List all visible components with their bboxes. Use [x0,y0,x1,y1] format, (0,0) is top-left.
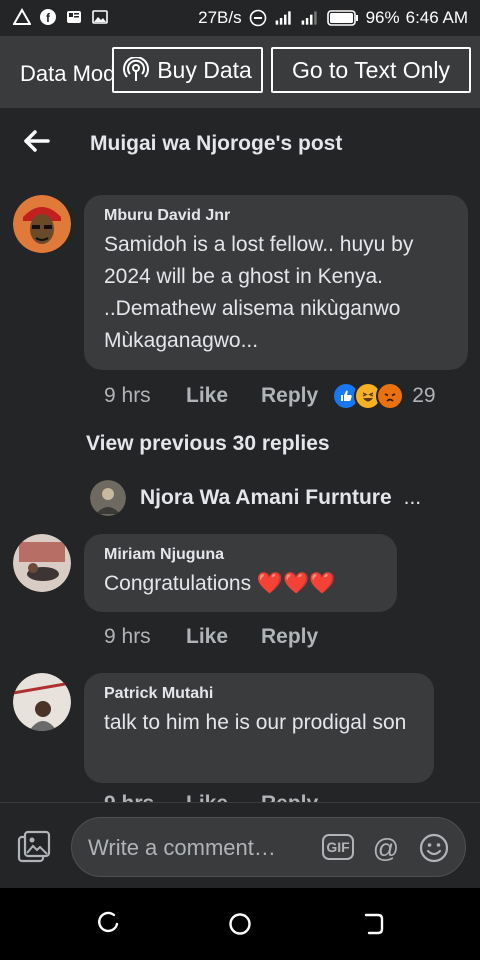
status-bar: f 27B/s 96% 6:46 AM [0,0,480,36]
data-mode-bar: Data Mode Buy Data Go to Text Only [0,36,480,108]
comment-bubble[interactable]: Mburu David Jnr Samidoh is a lost fellow… [84,195,468,370]
photo-icon[interactable] [16,829,52,865]
recents-icon[interactable] [94,910,122,938]
reply-preview-name: Njora Wa Amani Furnture [140,486,392,509]
comment-text: Congratulations ❤️❤️❤️ [104,572,336,595]
reply-button[interactable]: Reply [261,625,318,649]
comment-time: 9 hrs [104,792,186,802]
avatar[interactable] [13,673,71,731]
mention-button[interactable]: @ [370,832,402,864]
avatar[interactable] [13,534,71,592]
comment-input[interactable]: Write a comment… GIF @ [71,817,466,877]
buy-data-label: Buy Data [157,56,252,83]
data-mode-label: Data Mode [20,61,112,86]
comment-actions: 9 hrs Like Reply 29 [104,382,436,410]
system-nav-bar [0,888,480,960]
signal-icon [274,8,294,28]
comment-text: Samidoh is a lost fellow.. huyu by 2024 … [104,233,414,352]
comment-input-placeholder: Write a comment… [88,835,276,860]
like-button[interactable]: Like [186,792,261,802]
back-arrow-icon[interactable] [22,126,52,156]
reactions-summary[interactable]: 29 [332,382,436,410]
comment-author[interactable]: Miriam Njuguna [104,546,377,564]
home-icon[interactable] [226,910,254,938]
facebook-icon: f [38,7,58,27]
emoji-icon[interactable] [418,832,450,864]
avatar[interactable] [13,195,71,253]
comment-actions: 9 hrs Like Reply [104,625,318,649]
battery-level: 96% [365,8,400,27]
image-icon [90,7,110,27]
news-icon [64,7,84,27]
comment-time: 9 hrs [104,384,151,407]
reply-button[interactable]: Reply [261,792,318,802]
reply-preview[interactable]: Njora Wa Amani Furnture ... [90,480,421,516]
comment-author[interactable]: Patrick Mutahi [104,685,414,703]
angry-reaction-icon [376,382,405,410]
clock: 6:46 AM [405,8,468,27]
battery-icon [326,8,360,28]
broadcast-icon [123,57,150,83]
comment-bubble[interactable]: Patrick Mutahi talk to him he is our pro… [84,673,434,783]
dnd-icon [248,8,268,28]
like-button[interactable]: Like [186,625,261,649]
text-only-button[interactable]: Go to Text Only [271,47,471,93]
like-button[interactable]: Like [186,384,261,408]
net-speed: 27B/s [198,8,242,27]
page-title: Muigai wa Njoroge's post [90,132,343,155]
gif-button[interactable]: GIF [322,834,354,860]
reactions-count: 29 [412,384,436,407]
post-header: Muigai wa Njoroge's post [0,108,480,178]
reply-preview-more: ... [403,486,422,509]
buy-data-button[interactable]: Buy Data [112,47,263,93]
comment-text: talk to him he is our prodigal son [104,711,407,734]
comment-composer: Write a comment… GIF @ [0,802,480,889]
comment-author[interactable]: Mburu David Jnr [104,207,448,225]
signal-2-icon [300,8,320,28]
text-only-label: Go to Text Only [291,56,451,83]
view-previous-replies-link[interactable]: View previous 30 replies [86,432,330,456]
reply-button[interactable]: Reply [261,384,318,408]
avatar [90,480,126,516]
comment-bubble[interactable]: Miriam Njuguna Congratulations ❤️❤️❤️ [84,534,397,612]
comment-time: 9 hrs [104,625,151,648]
comment-actions-partial: 9 hrsLikeReply [104,792,318,802]
back-icon[interactable] [360,910,388,938]
warning-icon [12,7,32,27]
